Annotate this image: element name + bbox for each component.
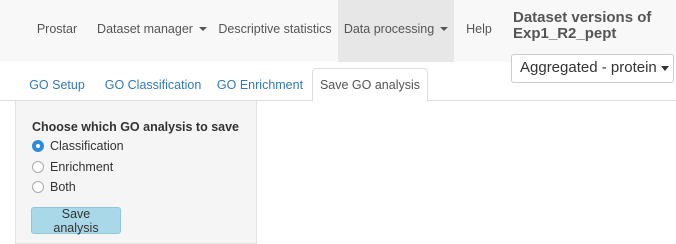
radio-both-label: Both [50,180,76,194]
go-tabs: GO Setup GO Classification GO Enrichment… [0,68,676,102]
dataset-versions-title: Dataset versions of Exp1_R2_pept [513,9,652,42]
radio-unchecked-icon[interactable] [32,161,44,173]
tab-save-go-analysis[interactable]: Save GO analysis [312,68,428,102]
nav-help-label: Help [466,22,492,36]
tab-go-setup[interactable]: GO Setup [18,68,96,101]
radio-unchecked-icon[interactable] [32,181,44,193]
go-analysis-choice-label: Choose which GO analysis to save [32,120,240,134]
nav-dataset-manager-label: Dataset manager [97,22,193,36]
tab-save-go-analysis-label: Save GO analysis [319,78,421,92]
tab-go-classification-label: GO Classification [104,77,202,92]
tab-go-classification[interactable]: GO Classification [98,68,208,101]
nav-prostar[interactable]: Prostar [27,0,87,62]
tab-go-enrichment[interactable]: GO Enrichment [212,68,308,101]
radio-classification-label: Classification [50,139,124,153]
radio-enrichment-label: Enrichment [50,160,114,174]
top-navbar: Prostar Dataset manager Descriptive stat… [0,0,676,62]
nav-descriptive-statistics-label: Descriptive statistics [218,22,332,36]
nav-help[interactable]: Help [456,0,502,62]
nav-descriptive-statistics[interactable]: Descriptive statistics [214,0,336,62]
nav-data-processing[interactable]: Data processing [338,0,454,62]
tab-go-enrichment-label: GO Enrichment [216,77,304,92]
radio-classification[interactable]: Classification [32,138,124,154]
chevron-down-icon [440,27,449,31]
save-go-panel: Choose which GO analysis to save Classif… [15,101,257,244]
nav-data-processing-label: Data processing [343,22,435,36]
chevron-down-icon [198,27,207,31]
nav-dataset-manager[interactable]: Dataset manager [94,0,210,62]
save-analysis-button[interactable]: Save analysis [31,207,121,235]
radio-enrichment[interactable]: Enrichment [32,159,113,175]
tab-go-setup-label: GO Setup [29,77,85,92]
radio-both[interactable]: Both [32,179,76,195]
nav-prostar-label: Prostar [36,22,78,36]
radio-checked-icon[interactable] [32,140,44,152]
